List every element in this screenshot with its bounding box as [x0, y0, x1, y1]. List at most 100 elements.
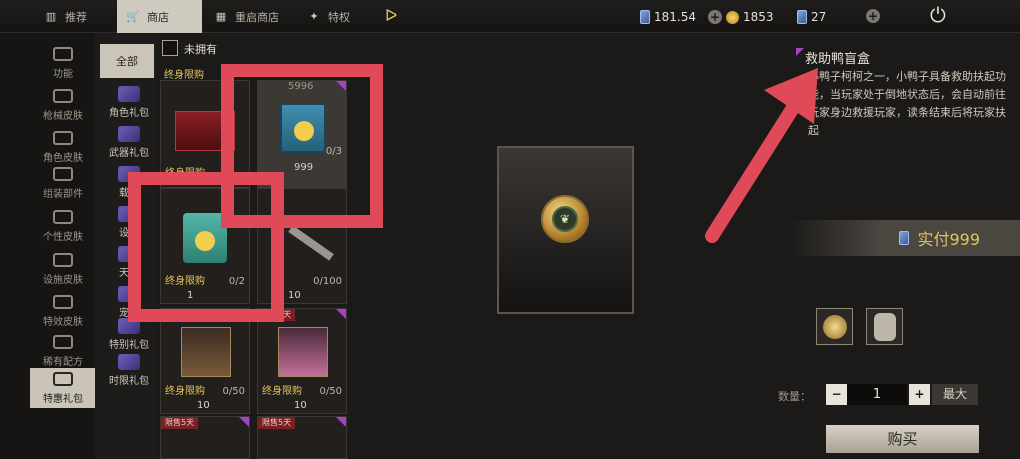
thumb-medal[interactable]: [816, 308, 853, 345]
limited-tag: 限售5天: [258, 417, 296, 429]
nav-personal-skin[interactable]: 个性皮肤: [30, 205, 96, 247]
play-arrow-icon[interactable]: ᐅ: [385, 6, 397, 25]
gift-icon: [53, 371, 73, 386]
dogtag-icon: [873, 312, 896, 341]
nav-label: 特惠礼包: [43, 393, 83, 405]
privilege-icon: ✦: [309, 10, 319, 23]
leaf-icon: ❦: [552, 206, 578, 232]
power-icon[interactable]: ⏻: [930, 3, 946, 27]
nav-function[interactable]: 功能: [30, 42, 96, 84]
item-card[interactable]: 限售5天: [160, 416, 250, 459]
recipe-icon: [53, 334, 73, 349]
nav-label: 稀有配方: [43, 356, 83, 368]
tab-label: 特权: [328, 10, 350, 24]
item-price: 10: [288, 290, 301, 301]
restart-store-icon: ▦: [215, 10, 227, 23]
character-portrait: [181, 327, 231, 377]
pay-total: 实付999: [917, 230, 980, 249]
nav-label: 设施皮肤: [43, 274, 83, 286]
nav-facility-skin[interactable]: 设施皮肤: [30, 248, 96, 290]
tab-privilege[interactable]: ✦ 特权: [298, 0, 373, 33]
rarity-corner: [336, 417, 346, 427]
highlight-box: [128, 172, 284, 322]
nav-label: 个性皮肤: [43, 231, 83, 243]
nav-rare-recipe[interactable]: 稀有配方: [30, 330, 96, 372]
effect-icon: [53, 294, 73, 309]
medal-icon: [822, 314, 847, 339]
steering-wheel-icon: [53, 166, 73, 181]
item-card[interactable]: 限售5天: [257, 416, 347, 459]
item-price: 10: [294, 400, 307, 411]
sub-item[interactable]: 特别礼包: [100, 318, 158, 351]
item-count: 0/50: [319, 386, 342, 397]
nav-assembly[interactable]: 组装部件: [30, 162, 96, 204]
character-icon: [53, 130, 73, 145]
tab-store[interactable]: 🛒 商店: [117, 0, 202, 33]
thumb-dogtag[interactable]: [866, 308, 903, 345]
gun-icon: [53, 88, 73, 103]
sub-label: 角色礼包: [109, 108, 149, 119]
item-title: 终身限购: [262, 386, 302, 397]
cart-icon: 🛒: [126, 10, 140, 23]
coin-icon: [726, 10, 739, 24]
tab-recommend[interactable]: ▥ 推荐: [35, 0, 115, 33]
nav-effect-skin[interactable]: 特效皮肤: [30, 290, 96, 332]
item-description: 小鸭子柯柯之一，小鸭子具备救助扶起功能，当玩家处于倒地状态后，会自动前往玩家身边…: [808, 70, 1006, 137]
tab-restart-store[interactable]: ▦ 重启商店: [205, 0, 295, 33]
rarity-corner: [336, 309, 346, 319]
max-button[interactable]: 最大: [932, 384, 978, 405]
facility-icon: [53, 252, 73, 267]
decrease-button[interactable]: −: [826, 384, 847, 405]
item-count: 0/100: [313, 276, 342, 287]
nav-label: 特效皮肤: [43, 316, 83, 328]
rifle-image: [288, 225, 334, 261]
quantity-label: 数量：: [778, 390, 811, 403]
currency-ticket-value: 27: [811, 10, 827, 24]
character-portrait: [278, 327, 328, 377]
increase-button[interactable]: +: [909, 384, 930, 405]
nav-label: 枪械皮肤: [43, 110, 83, 122]
sub-label: 武器礼包: [109, 148, 149, 159]
card-icon: [899, 231, 910, 245]
sub-label: 时限礼包: [109, 376, 149, 387]
personal-icon: [53, 209, 73, 224]
add-ticket-icon[interactable]: +: [866, 9, 880, 23]
sub-item[interactable]: 角色礼包: [100, 86, 158, 119]
rarity-corner: [796, 48, 804, 56]
sub-item[interactable]: 武器礼包: [100, 126, 158, 159]
tab-label: 商店: [147, 10, 169, 24]
pack-icon: [118, 86, 140, 102]
item-title: 终身限购: [165, 386, 205, 397]
pack-icon: [118, 354, 140, 370]
currency-coin: + 1853: [708, 8, 774, 26]
add-coin-icon[interactable]: +: [708, 10, 722, 24]
sub-all-button[interactable]: 全部: [100, 44, 154, 78]
currency-card: 181.54: [640, 8, 696, 26]
quantity-input[interactable]: 1: [847, 384, 907, 405]
item-count: 0/50: [222, 386, 245, 397]
nav-gun-skin[interactable]: 枪械皮肤: [30, 84, 96, 126]
currency-ticket: 27: [797, 8, 826, 26]
function-icon: [53, 46, 73, 61]
item-price: 10: [197, 400, 210, 411]
not-owned-checkbox[interactable]: [162, 40, 178, 56]
item-title: 终身限购: [164, 70, 204, 81]
medal-icon: ❦: [541, 195, 589, 243]
sub-label: 特别礼包: [109, 340, 149, 351]
limited-tag: 限售5天: [161, 417, 199, 429]
tab-label: 重启商店: [235, 10, 279, 24]
sub-item[interactable]: 时限礼包: [100, 354, 158, 387]
pay-bar: 实付999: [788, 220, 1020, 256]
item-card-character[interactable]: 限售5天 终身限购 0/50 10: [257, 308, 347, 414]
not-owned-label: 未拥有: [184, 43, 217, 56]
card-icon: [640, 10, 650, 24]
tab-label: 推荐: [65, 10, 87, 24]
buy-button[interactable]: 购买: [826, 425, 979, 453]
nav-special-pack[interactable]: 特惠礼包: [30, 368, 96, 408]
store-icon: ▥: [45, 10, 57, 23]
rarity-corner: [239, 417, 249, 427]
ticket-icon: [797, 10, 807, 24]
currency-coin-value: 1853: [743, 10, 774, 24]
item-card-character[interactable]: 限售5天 终身限购 0/50 10: [160, 308, 250, 414]
currency-card-value: 181.54: [654, 10, 696, 24]
